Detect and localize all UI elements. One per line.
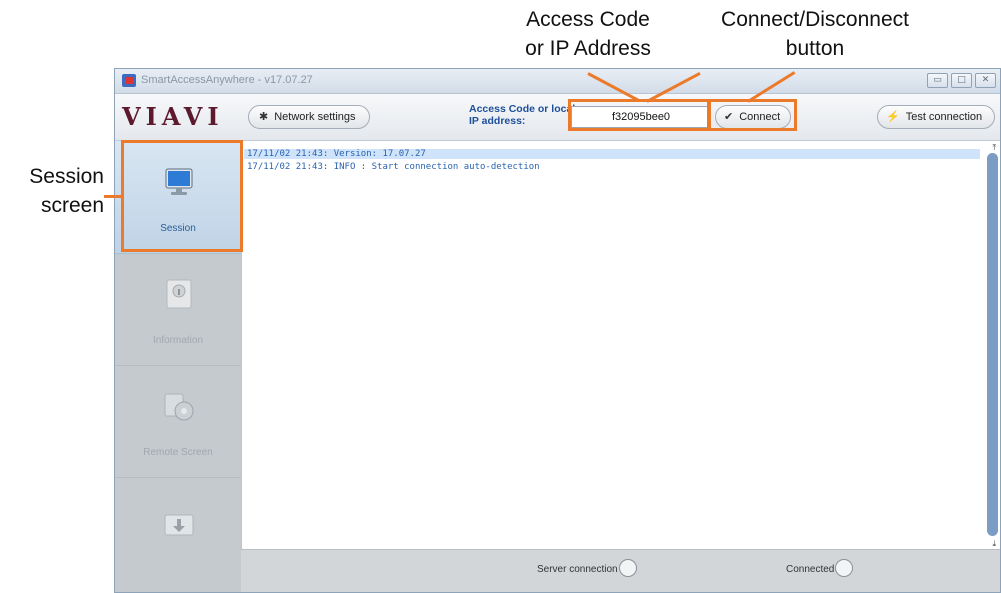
nav-item-remote-screen[interactable]: Remote Screen xyxy=(115,365,241,478)
log-line-1[interactable]: 17/11/02 21:43: Version: 17.07.27 xyxy=(244,149,980,159)
nav-label-information: Information xyxy=(152,335,204,346)
app-window: SmartAccessAnywhere - v17.07.27 ▭ □ ✕ VI… xyxy=(114,68,1001,593)
test-connection-button[interactable]: ⚡ Test connection xyxy=(877,105,995,129)
callout-access-code: Access Code or IP Address xyxy=(510,6,666,64)
callout-session-line2: screen xyxy=(40,193,104,217)
app-icon xyxy=(122,74,136,87)
window-title: SmartAccessAnywhere - v17.07.27 xyxy=(141,74,313,86)
nav-item-download[interactable] xyxy=(115,477,241,589)
title-bar: SmartAccessAnywhere - v17.07.27 ▭ □ ✕ xyxy=(115,69,1000,94)
scroll-top-icon[interactable]: ⤒ xyxy=(992,143,996,153)
server-connection-label: Server connection xyxy=(537,564,618,575)
connected-indicator xyxy=(835,559,853,577)
callout-session-line1: Session xyxy=(29,165,104,188)
server-connection-indicator xyxy=(619,559,637,577)
session-log-panel: 17/11/02 21:43: Version: 17.07.27 17/11/… xyxy=(241,141,1000,550)
close-button[interactable]: ✕ xyxy=(975,73,996,88)
plug-icon: ⚡ xyxy=(886,111,900,123)
remote-screen-icon xyxy=(164,393,194,421)
maximize-button[interactable]: □ xyxy=(951,73,972,88)
access-code-label-line1: Access Code or local xyxy=(469,103,576,115)
highlight-connect-button xyxy=(708,99,797,131)
highlight-access-code xyxy=(568,99,710,131)
callout-access-code-line1: Access Code xyxy=(526,8,650,31)
minimize-button[interactable]: ▭ xyxy=(927,73,948,88)
log-line-2[interactable]: 17/11/02 21:43: INFO : Start connection … xyxy=(247,162,540,172)
status-bar: Server connection Connected xyxy=(241,549,1000,592)
info-icon xyxy=(166,279,192,309)
leader-session xyxy=(104,195,122,198)
network-settings-label: Network settings xyxy=(274,111,356,123)
callout-access-code-line2: or IP Address xyxy=(525,36,651,60)
network-settings-button[interactable]: ✱ Network settings xyxy=(248,105,370,129)
callout-connect-line2: button xyxy=(785,36,845,60)
scroll-bottom-icon[interactable]: ⤓ xyxy=(992,539,996,549)
connected-label: Connected xyxy=(786,564,835,575)
callout-connect-line1: Connect/Disconnect xyxy=(721,8,909,31)
download-icon xyxy=(164,514,194,536)
viavi-logo: VIAVI xyxy=(122,102,224,131)
nav-item-information[interactable]: Information xyxy=(115,253,241,366)
toolbar: VIAVI ✱ Network settings Access Code or l… xyxy=(115,94,1000,141)
callout-connect: Connect/Disconnect button xyxy=(690,6,940,64)
gear-icon: ✱ xyxy=(259,111,269,123)
callout-session: Session screen xyxy=(0,163,104,221)
highlight-session-screen xyxy=(121,140,243,252)
vertical-scrollbar[interactable] xyxy=(987,153,998,536)
test-connection-label: Test connection xyxy=(905,111,983,123)
access-code-label: Access Code or local IP address: xyxy=(469,103,579,127)
nav-label-remote-screen: Remote Screen xyxy=(143,447,213,458)
access-code-label-line2: IP address: xyxy=(469,115,526,127)
